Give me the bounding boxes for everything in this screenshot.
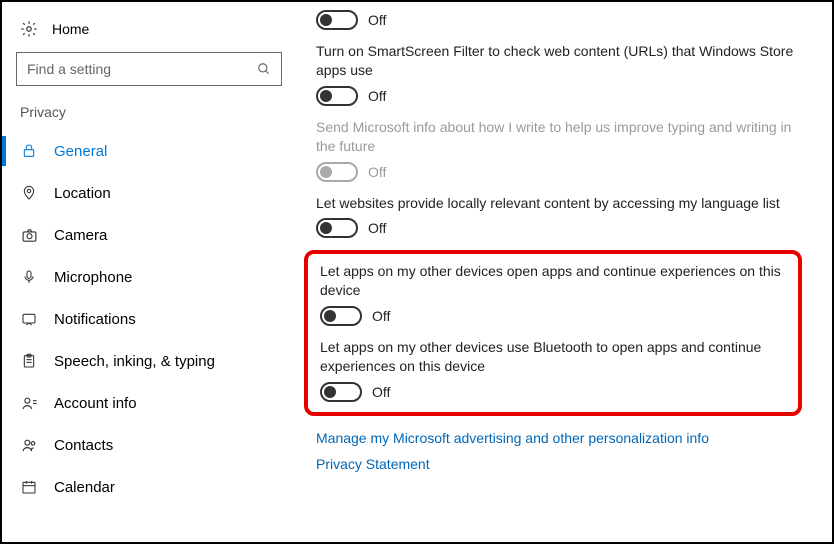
setting-other-devices-bluetooth: Let apps on my other devices use Bluetoo… (320, 338, 786, 402)
settings-window: Home Find a setting Privacy General (0, 0, 834, 544)
setting-text: Let apps on my other devices open apps a… (320, 262, 786, 300)
sidebar-item-camera[interactable]: Camera (2, 214, 296, 256)
setting-text: Let apps on my other devices use Bluetoo… (320, 338, 786, 376)
link-privacy-statement[interactable]: Privacy Statement (316, 456, 802, 472)
nav-label: Notifications (54, 311, 136, 328)
toggle-state: Off (372, 308, 390, 324)
nav-label: Location (54, 185, 111, 202)
account-icon (20, 394, 38, 412)
setting-other-devices-open: Let apps on my other devices open apps a… (320, 262, 786, 326)
toggle-switch[interactable] (316, 10, 358, 30)
section-label: Privacy (2, 100, 296, 130)
clipboard-icon (20, 352, 38, 370)
nav-label: General (54, 143, 107, 160)
toggle-state: Off (368, 12, 386, 28)
toggle-state: Off (368, 164, 386, 180)
toggle-switch[interactable] (316, 86, 358, 106)
setting-text: Let websites provide locally relevant co… (316, 194, 802, 213)
nav-label: Calendar (54, 479, 115, 496)
search-input[interactable]: Find a setting (16, 52, 282, 86)
nav-label: Microphone (54, 269, 132, 286)
sidebar-item-account[interactable]: Account info (2, 382, 296, 424)
camera-icon (20, 226, 38, 244)
toggle-switch[interactable] (316, 218, 358, 238)
setting-send-info: Send Microsoft info about how I write to… (316, 118, 802, 182)
nav-label: Contacts (54, 437, 113, 454)
nav-label: Speech, inking, & typing (54, 353, 215, 370)
sidebar-item-microphone[interactable]: Microphone (2, 256, 296, 298)
setting-language-list: Let websites provide locally relevant co… (316, 194, 802, 239)
search-placeholder: Find a setting (27, 61, 111, 77)
toggle-state: Off (372, 384, 390, 400)
link-manage-advertising[interactable]: Manage my Microsoft advertising and othe… (316, 430, 802, 446)
setting-smartscreen: Turn on SmartScreen Filter to check web … (316, 42, 802, 106)
sidebar-item-notifications[interactable]: Notifications (2, 298, 296, 340)
sidebar-item-calendar[interactable]: Calendar (2, 466, 296, 508)
sidebar-item-contacts[interactable]: Contacts (2, 424, 296, 466)
nav-label: Camera (54, 227, 107, 244)
toggle-state: Off (368, 220, 386, 236)
sidebar: Home Find a setting Privacy General (2, 2, 296, 542)
sidebar-item-general[interactable]: General (2, 130, 296, 172)
home-nav[interactable]: Home (2, 14, 296, 52)
sidebar-item-location[interactable]: Location (2, 172, 296, 214)
location-icon (20, 184, 38, 202)
microphone-icon (20, 268, 38, 286)
contacts-icon (20, 436, 38, 454)
home-label: Home (52, 21, 89, 37)
setting-text: Turn on SmartScreen Filter to check web … (316, 42, 802, 80)
highlight-annotation: Let apps on my other devices open apps a… (304, 250, 802, 416)
lock-icon (20, 142, 38, 160)
gear-icon (20, 20, 38, 38)
setting-advertising-id-toggle-only: Off (316, 10, 802, 30)
notifications-icon (20, 310, 38, 328)
content-area: Off Turn on SmartScreen Filter to check … (296, 2, 832, 542)
search-icon (257, 62, 271, 76)
toggle-switch[interactable] (320, 382, 362, 402)
calendar-icon (20, 478, 38, 496)
toggle-switch-disabled (316, 162, 358, 182)
setting-text: Send Microsoft info about how I write to… (316, 118, 802, 156)
nav-label: Account info (54, 395, 137, 412)
toggle-switch[interactable] (320, 306, 362, 326)
toggle-state: Off (368, 88, 386, 104)
sidebar-item-speech[interactable]: Speech, inking, & typing (2, 340, 296, 382)
